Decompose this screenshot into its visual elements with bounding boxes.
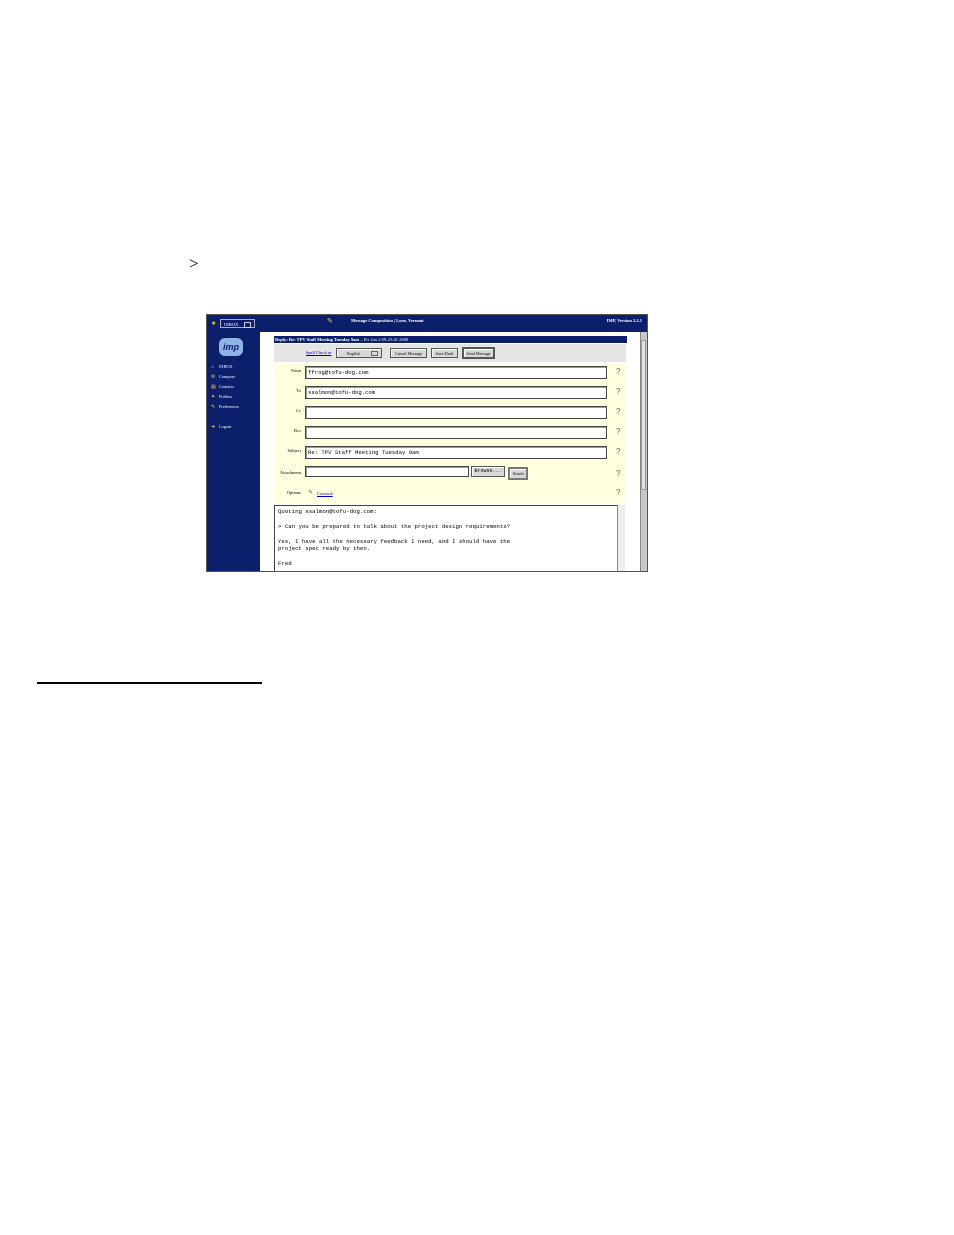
logout-icon: ➜ — [211, 425, 216, 430]
contacts-link[interactable]: Contacts — [317, 491, 333, 496]
help-icon[interactable]: ? — [616, 387, 620, 396]
app-version: IMP, Version 2.2.1 — [606, 318, 642, 323]
attach-button[interactable]: Attach — [508, 467, 528, 480]
help-icon[interactable]: ? — [616, 469, 620, 478]
inbox-icon: ⌂ — [211, 365, 215, 370]
sidebar-item-label: Logout — [219, 424, 232, 429]
language-value: English — [347, 351, 360, 356]
from-row: From ffrog@tofu-dog.com ? — [274, 363, 626, 383]
to-row: To ssalmon@tofu-dog.com ? — [274, 383, 626, 403]
sidebar-item-label: Contacts — [219, 384, 235, 389]
subject-label: Subject — [287, 448, 302, 453]
subject-field[interactable]: Re: TPV Staff Meeting Tuesday 9am — [305, 446, 607, 459]
cc-label: Cc — [296, 408, 301, 413]
reply-subject: Reply: Re: TPV Staff Meeting Tuesday 9am — [275, 337, 360, 342]
sidebar-item-label: Compose — [219, 374, 236, 379]
help-icon[interactable]: ? — [616, 447, 620, 456]
imp-logo: imp — [219, 338, 243, 356]
compose-app-icon: ✎ — [327, 317, 333, 325]
address-book-icon[interactable]: ✎ — [308, 489, 313, 496]
compose-toolbar: Spell Check in English Cancel Message Sa… — [274, 344, 626, 362]
sidebar-item-inbox[interactable]: ⌂ INBOX — [211, 363, 233, 371]
cc-field[interactable] — [305, 406, 607, 419]
bcc-row: Bcc ? — [274, 423, 626, 443]
browse-button[interactable]: Browse... — [471, 466, 505, 477]
help-icon[interactable]: ? — [616, 488, 620, 497]
cc-row: Cc ? — [274, 403, 626, 423]
spell-check-link[interactable]: Spell Check in — [306, 350, 331, 355]
help-icon[interactable]: ? — [616, 427, 620, 436]
top-bar: ★ INBOX ✎ Message Composition | Lone, Ve… — [207, 315, 647, 332]
dropdown-arrow-icon — [244, 322, 251, 328]
sidebar-item-contacts[interactable]: ▤ Contacts — [211, 383, 234, 391]
greater-than-symbol: > — [189, 254, 199, 273]
folders-icon: ✦ — [211, 395, 216, 400]
dropdown-arrow-icon — [371, 351, 378, 356]
sidebar-item-label: Folders — [219, 394, 232, 399]
window-title: Message Composition | Lone, Vernant — [351, 318, 424, 323]
bcc-label: Bcc — [294, 428, 301, 433]
reply-date: – Fri Jun 2 09:23:41 2000 — [359, 337, 409, 342]
attachment-field[interactable] — [305, 466, 469, 477]
folder-select[interactable]: INBOX — [220, 319, 255, 328]
contacts-icon: ▤ — [211, 385, 216, 390]
reply-heading: Reply: Re: TPV Staff Meeting Tuesday 9am… — [274, 336, 627, 343]
message-body[interactable]: Quoting ssalmon@tofu-dog.com: > Can you … — [274, 505, 625, 571]
help-icon[interactable]: ? — [616, 407, 620, 416]
options-label: Options — [286, 490, 301, 495]
from-field[interactable]: ffrog@tofu-dog.com — [305, 366, 607, 379]
attachment-label: Attachment — [280, 470, 301, 475]
page-scrollbar[interactable] — [640, 332, 647, 571]
attachment-row: Attachment Browse... Attach ? — [274, 463, 626, 485]
screenshot-window: ★ INBOX ✎ Message Composition | Lone, Ve… — [206, 314, 648, 572]
to-field[interactable]: ssalmon@tofu-dog.com — [305, 386, 607, 399]
folder-select-value: INBOX — [224, 322, 239, 327]
sidebar-item-label: INBOX — [219, 364, 233, 369]
sidebar-item-logout[interactable]: ➜ Logout — [211, 423, 231, 431]
bcc-field[interactable] — [305, 426, 607, 439]
save-draft-button[interactable]: Save Draft — [431, 348, 458, 358]
to-label: To — [296, 388, 301, 393]
language-select[interactable]: English — [336, 348, 382, 358]
send-message-button[interactable]: Send Message — [462, 347, 495, 359]
compose-form: Reply: Re: TPV Staff Meeting Tuesday 9am… — [260, 332, 641, 571]
sidebar-item-compose[interactable]: ✉ Compose — [211, 373, 235, 381]
imp-star-icon: ★ — [211, 321, 217, 327]
help-icon[interactable]: ? — [616, 367, 620, 376]
sidebar-item-label: Preferences — [219, 404, 240, 409]
footnote-rule — [37, 682, 262, 684]
scrollbar-thumb[interactable] — [641, 340, 646, 490]
compose-icon: ✉ — [211, 375, 216, 380]
subject-row: Subject Re: TPV Staff Meeting Tuesday 9a… — [274, 443, 626, 463]
sidebar: imp ⌂ INBOX ✉ Compose ▤ Contacts ✦ Folders ✎… — [207, 332, 260, 571]
from-label: From — [291, 368, 301, 373]
sidebar-item-folders[interactable]: ✦ Folders — [211, 393, 232, 401]
sidebar-item-preferences[interactable]: ✎ Preferences — [211, 403, 239, 411]
options-row: Options ✎ Contacts ? — [274, 485, 626, 503]
cancel-message-button[interactable]: Cancel Message — [390, 348, 427, 358]
preferences-icon: ✎ — [211, 405, 216, 410]
message-body-scrollbar[interactable] — [617, 505, 625, 571]
